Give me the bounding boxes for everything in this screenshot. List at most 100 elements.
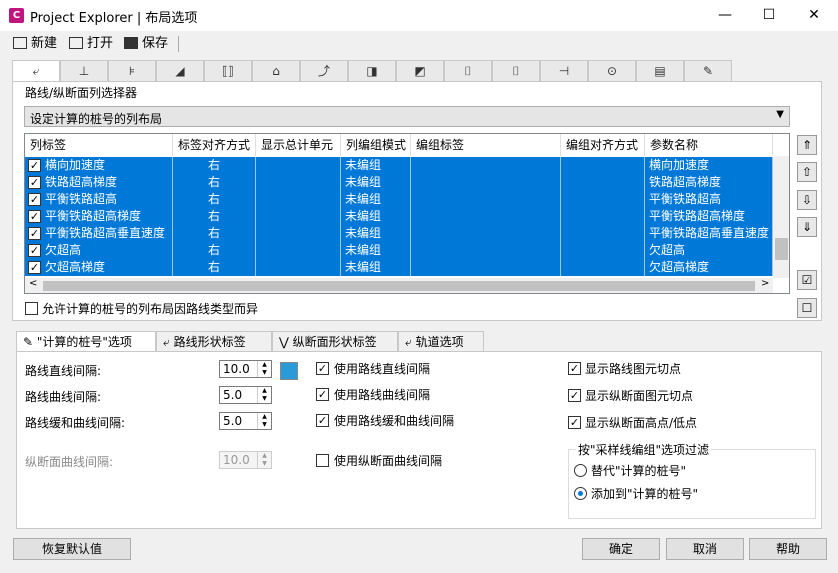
row-group-align[interactable] (561, 225, 645, 242)
col-header[interactable]: 编组标签 (411, 134, 561, 156)
row-param[interactable]: 平衡铁路超高梯度 (645, 208, 773, 225)
row-checkbox[interactable]: ✓ (28, 210, 41, 223)
row-param[interactable]: 欠超高 (645, 242, 773, 259)
row-group-label[interactable] (411, 208, 561, 225)
tab-rail-options[interactable]: ⤶ 轨道选项 (398, 331, 484, 352)
table-row[interactable]: ✓ 平衡铁路超高梯度 右 未编组 平衡铁路超高梯度 (25, 208, 773, 225)
open-button[interactable]: 打开 (69, 34, 113, 54)
tab-pipe2-icon[interactable]: ⌷ (492, 60, 540, 82)
row-align[interactable]: 右 (173, 225, 256, 242)
row-group-label[interactable] (411, 242, 561, 259)
restore-defaults-button[interactable]: 恢复默认值 (13, 538, 131, 560)
maximize-button[interactable]: ☐ (747, 0, 791, 31)
row-label[interactable]: ✓ 铁路超高梯度 (25, 174, 173, 191)
row-total[interactable] (256, 157, 341, 174)
row-align[interactable]: 右 (173, 174, 256, 191)
uncheck-all-button[interactable]: ☐ (797, 298, 817, 318)
col-header[interactable]: 标签对齐方式 (173, 134, 256, 156)
row-label[interactable]: ✓ 平衡铁路超高 (25, 191, 173, 208)
tab-list-icon[interactable]: ▤ (636, 60, 684, 82)
move-down-button[interactable]: ⇩ (797, 190, 817, 210)
use-vcurve-checkbox[interactable] (316, 454, 329, 467)
help-button[interactable]: 帮助 (749, 538, 827, 560)
row-total[interactable] (256, 191, 341, 208)
row-group-label[interactable] (411, 191, 561, 208)
show-highlow-checkbox[interactable]: ✓ (568, 416, 581, 429)
row-group-label[interactable] (411, 157, 561, 174)
replace-radio[interactable] (574, 464, 587, 477)
row-mode[interactable]: 未编组 (341, 259, 411, 276)
row-group-label[interactable] (411, 225, 561, 242)
row-group-align[interactable] (561, 259, 645, 276)
tab-corridor-icon[interactable]: ◨ (348, 60, 396, 82)
check-all-button[interactable]: ☑ (797, 270, 817, 290)
ok-button[interactable]: 确定 (582, 538, 660, 560)
scroll-thumb[interactable] (43, 281, 755, 291)
row-align[interactable]: 右 (173, 259, 256, 276)
tab-alignment-icon[interactable]: ⤶ (12, 60, 60, 83)
add-radio[interactable] (574, 487, 587, 500)
scroll-right-icon[interactable]: > (761, 278, 769, 289)
col-header[interactable]: 编组对齐方式 (561, 134, 645, 156)
row-mode[interactable]: 未编组 (341, 208, 411, 225)
row-checkbox[interactable]: ✓ (28, 227, 41, 240)
spin-icon[interactable]: ▲ ▼ (257, 361, 271, 377)
col-header[interactable]: 列编组模式 (341, 134, 411, 156)
row-checkbox[interactable]: ✓ (28, 261, 41, 274)
horizontal-scrollbar[interactable]: < > (25, 278, 773, 293)
row-checkbox[interactable]: ✓ (28, 193, 41, 206)
row-checkbox[interactable]: ✓ (28, 176, 41, 189)
close-button[interactable]: ✕ (792, 0, 836, 31)
table-row[interactable]: ✓ 平衡铁路超高 右 未编组 平衡铁路超高 (25, 191, 773, 208)
move-top-button[interactable]: ⇑ (797, 135, 817, 155)
scroll-left-icon[interactable]: < (29, 278, 37, 289)
row-mode[interactable]: 未编组 (341, 191, 411, 208)
table-row[interactable]: ✓ 铁路超高梯度 右 未编组 铁路超高梯度 (25, 174, 773, 191)
row-mode[interactable]: 未编组 (341, 225, 411, 242)
row-align[interactable]: 右 (173, 242, 256, 259)
tab-pipe-icon[interactable]: ⌷ (444, 60, 492, 82)
save-button[interactable]: 保存 (124, 34, 168, 54)
row-group-align[interactable] (561, 208, 645, 225)
row-label[interactable]: ✓ 欠超高 (25, 242, 173, 259)
row-group-align[interactable] (561, 242, 645, 259)
row-param[interactable]: 平衡铁路超高垂直速度 (645, 225, 773, 242)
tab-map-icon[interactable]: ◩ (396, 60, 444, 82)
spin-icon[interactable]: ▲ ▼ (257, 413, 271, 429)
row-align[interactable]: 右 (173, 191, 256, 208)
row-param[interactable]: 铁路超高梯度 (645, 174, 773, 191)
row-param[interactable]: 欠超高梯度 (645, 259, 773, 276)
tab-wrench-icon[interactable]: ✎ (684, 60, 732, 82)
tab-surface-icon[interactable]: ⌂ (252, 60, 300, 82)
tab-point-icon[interactable]: ⊙ (588, 60, 636, 82)
scroll-thumb[interactable] (775, 238, 788, 260)
spin-icon[interactable]: ▲ ▼ (257, 387, 271, 403)
row-align[interactable]: 右 (173, 157, 256, 174)
row-group-align[interactable] (561, 174, 645, 191)
row-total[interactable] (256, 242, 341, 259)
row-group-align[interactable] (561, 157, 645, 174)
row-checkbox[interactable]: ✓ (28, 244, 41, 257)
tab-alignment-labels[interactable]: ⤶ 路线形状标签 (156, 331, 272, 352)
row-group-label[interactable] (411, 259, 561, 276)
table-row[interactable]: ✓ 平衡铁路超高垂直速度 右 未编组 平衡铁路超高垂直速度 (25, 225, 773, 242)
tab-offset-icon[interactable]: ⟦⟧ (204, 60, 252, 82)
move-bottom-button[interactable]: ⇓ (797, 217, 817, 237)
use-tangent-checkbox[interactable]: ✓ (316, 362, 329, 375)
tab-curve-icon[interactable]: ⤴ (300, 60, 348, 82)
row-group-align[interactable] (561, 191, 645, 208)
cancel-button[interactable]: 取消 (666, 538, 744, 560)
new-button[interactable]: 新建 (13, 34, 57, 54)
col-header[interactable]: 列标签 (25, 134, 173, 156)
table-row[interactable]: ✓ 欠超高梯度 右 未编组 欠超高梯度 (25, 259, 773, 276)
tab-computed-stations[interactable]: ✎ "计算的桩号"选项 (16, 331, 156, 353)
row-mode[interactable]: 未编组 (341, 242, 411, 259)
col-header[interactable]: 参数名称 (645, 134, 773, 156)
tangent-stepper[interactable]: 10.0 ▲ ▼ (219, 360, 272, 378)
move-up-button[interactable]: ⇧ (797, 162, 817, 182)
show-tangent-checkbox[interactable]: ✓ (568, 362, 581, 375)
tab-profile-icon[interactable]: ⊥ (60, 60, 108, 82)
table-row[interactable]: ✓ 欠超高 右 未编组 欠超高 (25, 242, 773, 259)
vertical-scrollbar[interactable] (773, 156, 789, 278)
row-mode[interactable]: 未编组 (341, 157, 411, 174)
